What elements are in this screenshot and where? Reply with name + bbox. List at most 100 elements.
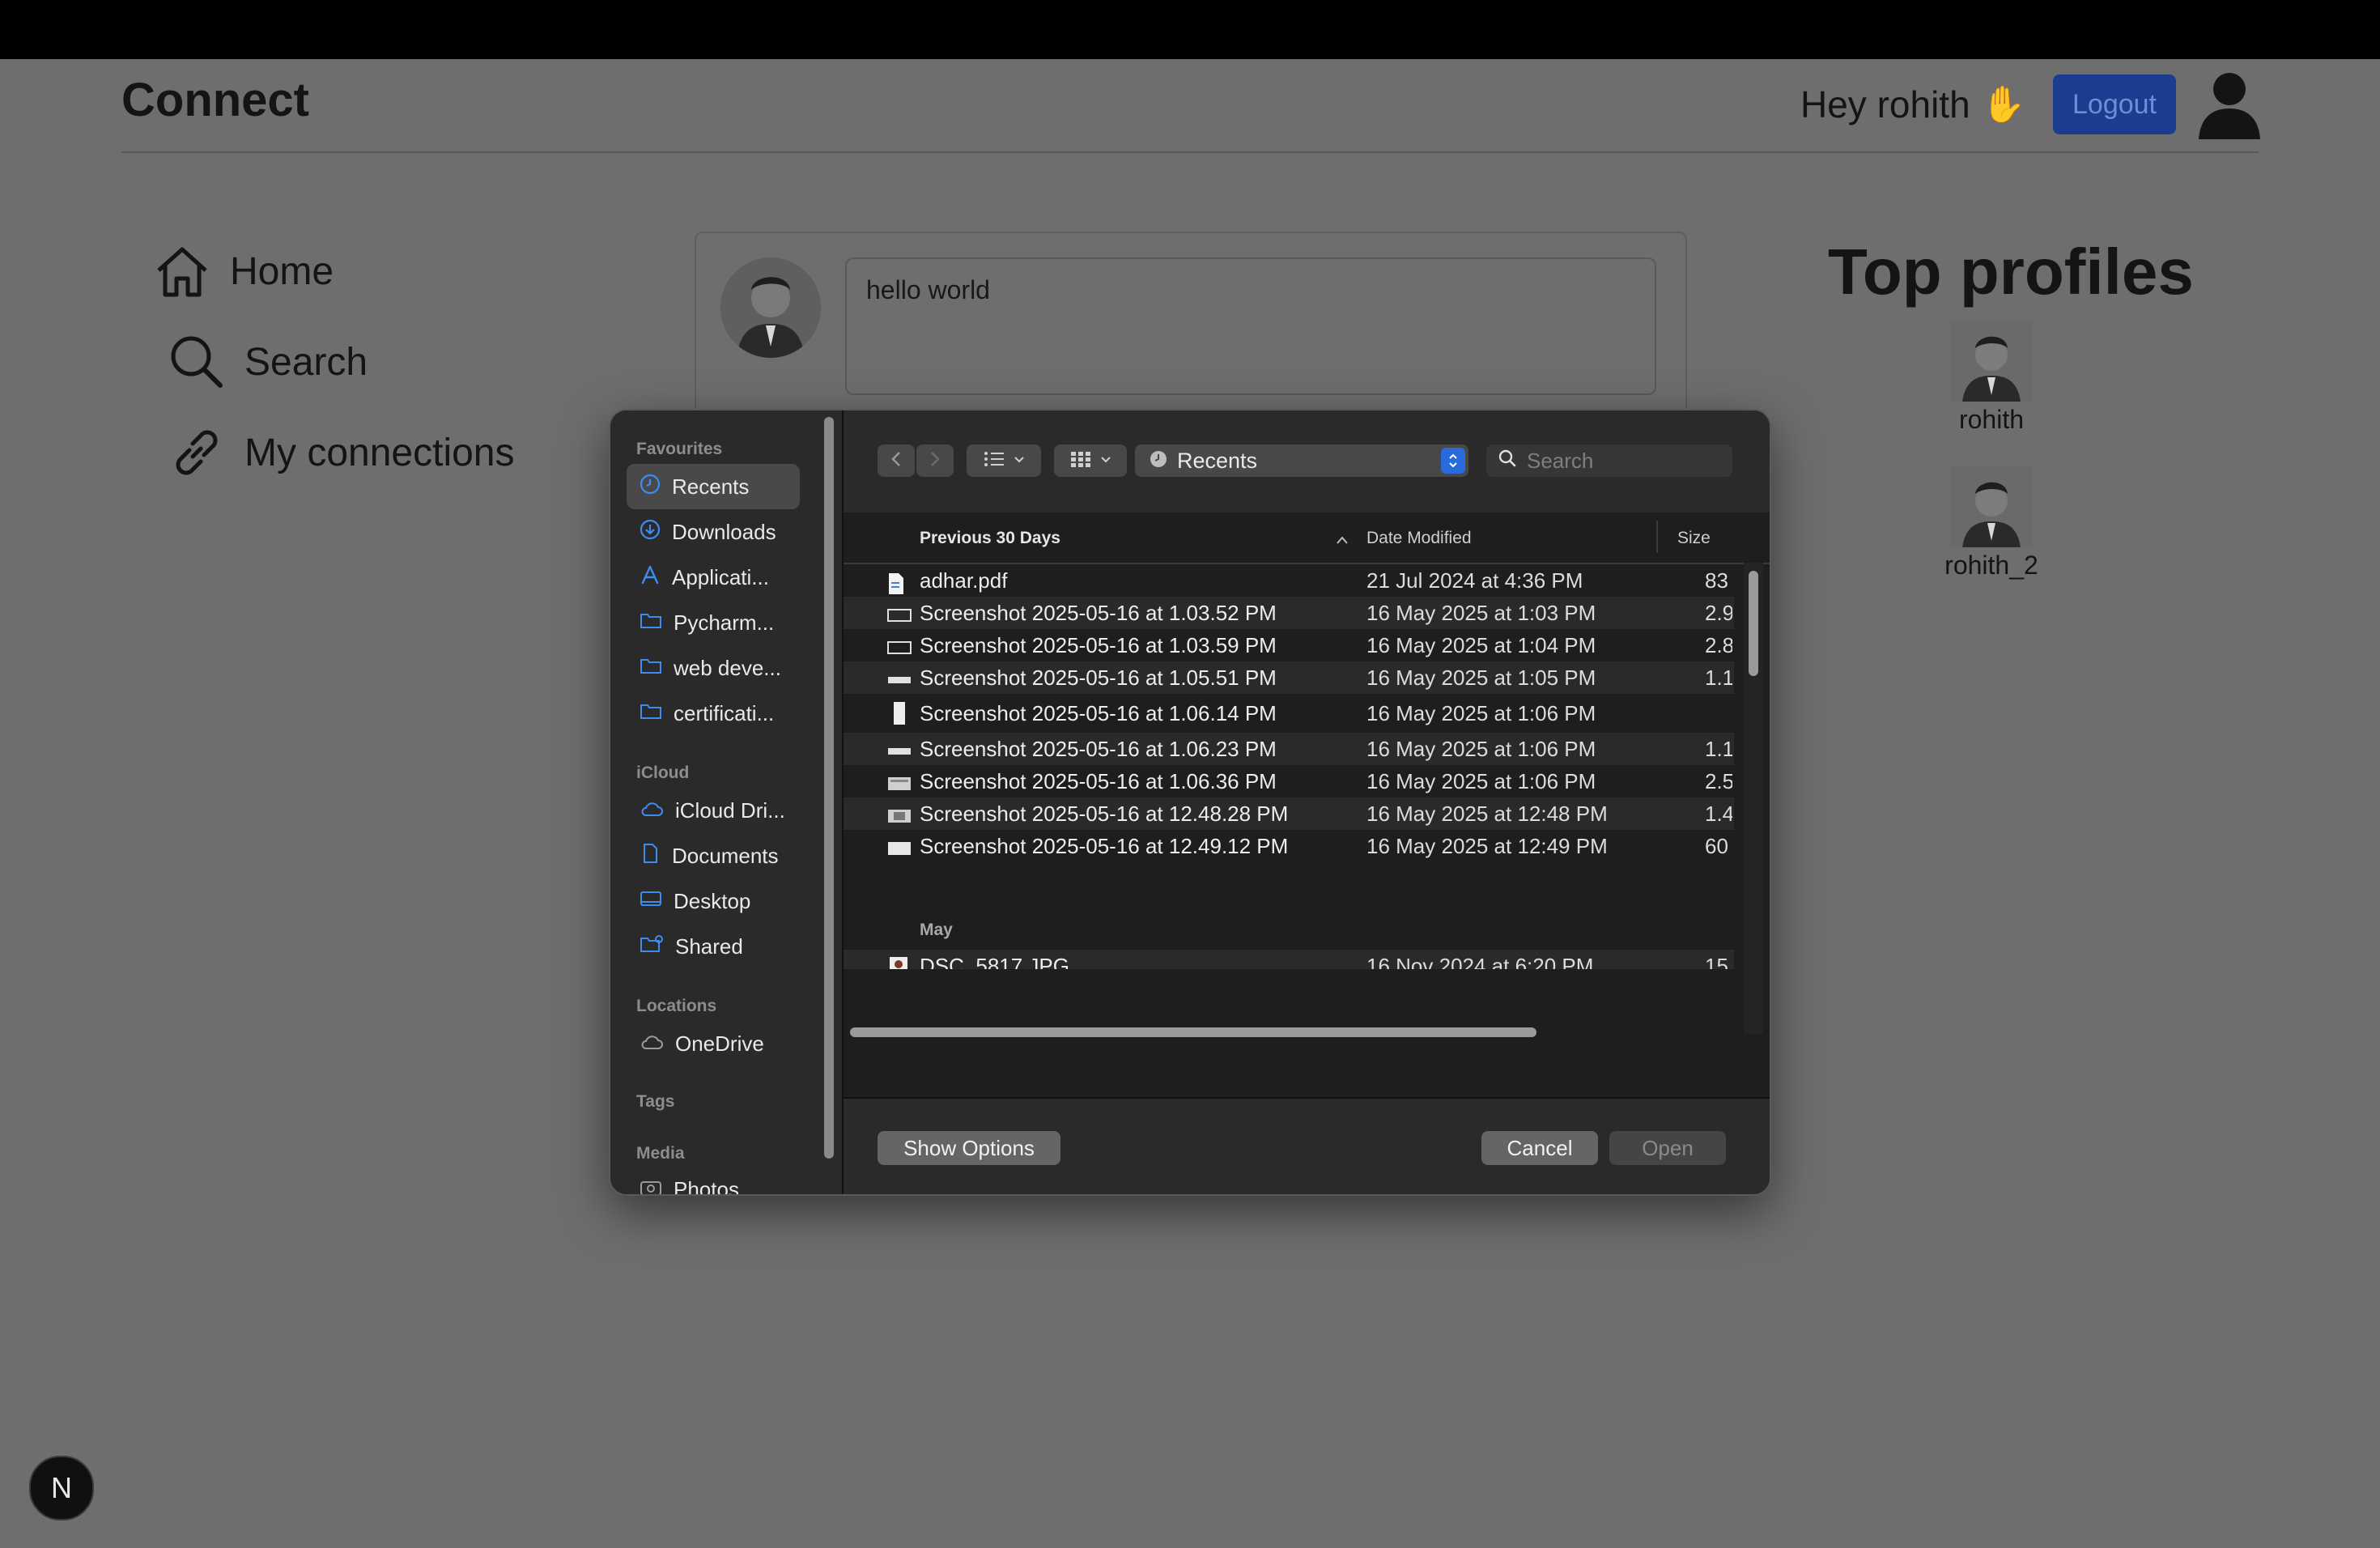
file-name: Screenshot 2025-05-16 at 1.06.14 PM bbox=[920, 700, 1277, 725]
horizontal-scrollbar[interactable] bbox=[844, 1023, 1734, 1042]
sidebar-item-label: OneDrive bbox=[675, 1031, 764, 1056]
file-size: 1.1 bbox=[1705, 736, 1732, 761]
wave-emoji: ✋ bbox=[1981, 85, 2026, 125]
post-textarea[interactable]: hello world bbox=[845, 257, 1656, 395]
profile-card[interactable]: rohith bbox=[1894, 321, 2089, 435]
file-date: 21 Jul 2024 at 4:36 PM bbox=[1366, 568, 1583, 593]
show-options-button[interactable]: Show Options bbox=[878, 1131, 1060, 1165]
image-icon bbox=[887, 773, 912, 798]
file-row[interactable]: Screenshot 2025-05-16 at 1.06.23 PM 16 M… bbox=[844, 733, 1734, 765]
sidebar-item-onedrive[interactable]: OneDrive bbox=[627, 1021, 800, 1066]
profile-card[interactable]: rohith_2 bbox=[1894, 466, 2089, 580]
sidebar-item-photos[interactable]: Photos bbox=[627, 1167, 800, 1194]
scrollbar-thumb[interactable] bbox=[1749, 571, 1758, 676]
file-name: Screenshot 2025-05-16 at 1.06.23 PM bbox=[920, 736, 1277, 761]
nav-home[interactable]: Home bbox=[154, 243, 334, 300]
location-value: Recents bbox=[1177, 448, 1258, 473]
file-name: Screenshot 2025-05-16 at 1.05.51 PM bbox=[920, 665, 1277, 690]
media-section-label: Media bbox=[636, 1144, 685, 1163]
forward-button[interactable] bbox=[916, 444, 954, 477]
favourites-section-label: Favourites bbox=[636, 440, 723, 458]
sidebar-item-desktop[interactable]: Desktop bbox=[627, 878, 800, 924]
image-icon bbox=[887, 670, 912, 695]
column-name[interactable]: Previous 30 Days bbox=[920, 529, 1060, 548]
file-list: adhar.pdf 21 Jul 2024 at 4:36 PM 83 Scre… bbox=[844, 564, 1734, 969]
grid-view-button[interactable] bbox=[1054, 444, 1127, 477]
search-input[interactable]: Search bbox=[1486, 444, 1732, 477]
file-row[interactable]: Screenshot 2025-05-16 at 12.49.12 PM 16 … bbox=[844, 830, 1734, 862]
chevron-right-icon bbox=[929, 450, 941, 472]
image-icon bbox=[887, 702, 912, 730]
sidebar-item-icloud-drive[interactable]: iCloud Dri... bbox=[627, 788, 800, 833]
image-icon bbox=[887, 605, 912, 630]
header-divider bbox=[121, 151, 2259, 153]
file-row[interactable]: Screenshot 2025-05-16 at 1.03.59 PM 16 M… bbox=[844, 629, 1734, 661]
sidebar-item-documents[interactable]: Documents bbox=[627, 833, 800, 878]
sidebar-item-label: Pycharm... bbox=[674, 610, 775, 635]
file-row[interactable]: DSC_5817.JPG 16 Nov 2024 at 6:20 PM 15 bbox=[844, 950, 1734, 969]
file-row[interactable]: Screenshot 2025-05-16 at 1.03.52 PM 16 M… bbox=[844, 597, 1734, 629]
sidebar-item-certifications[interactable]: certificati... bbox=[627, 691, 800, 736]
sidebar-item-downloads[interactable]: Downloads bbox=[627, 509, 800, 555]
greeting: Hey rohith ✋ bbox=[1800, 83, 2025, 126]
file-row[interactable]: adhar.pdf 21 Jul 2024 at 4:36 PM 83 bbox=[844, 564, 1734, 597]
list-icon bbox=[983, 450, 1005, 472]
scrollbar-thumb[interactable] bbox=[850, 1027, 1536, 1037]
nav-search[interactable]: Search bbox=[168, 334, 368, 390]
avatar bbox=[1951, 466, 2032, 547]
group-label-may: May bbox=[920, 921, 953, 939]
dev-tools-badge[interactable]: N bbox=[29, 1456, 94, 1520]
list-view-button[interactable] bbox=[967, 444, 1041, 477]
file-row[interactable]: Screenshot 2025-05-16 at 1.06.36 PM 16 M… bbox=[844, 765, 1734, 797]
cancel-button[interactable]: Cancel bbox=[1481, 1131, 1598, 1165]
sidebar-item-label: Documents bbox=[672, 843, 779, 868]
tags-section-label: Tags bbox=[636, 1092, 675, 1111]
file-row[interactable]: Screenshot 2025-05-16 at 1.05.51 PM 16 M… bbox=[844, 661, 1734, 694]
download-icon bbox=[640, 519, 661, 546]
sidebar-item-label: certificati... bbox=[674, 700, 775, 725]
grid-icon bbox=[1069, 450, 1092, 472]
icloud-section-label: iCloud bbox=[636, 763, 690, 782]
document-icon bbox=[640, 843, 661, 870]
sidebar-item-label: iCloud Dri... bbox=[675, 797, 785, 823]
applications-icon bbox=[640, 564, 661, 591]
file-size: 2.5 bbox=[1705, 768, 1732, 793]
open-button[interactable]: Open bbox=[1609, 1131, 1726, 1165]
brand-logo[interactable]: Connect bbox=[121, 73, 309, 127]
user-icon[interactable] bbox=[2197, 71, 2262, 139]
location-select[interactable]: Recents bbox=[1135, 444, 1468, 477]
sidebar-item-pycharm[interactable]: Pycharm... bbox=[627, 600, 800, 645]
back-button[interactable] bbox=[878, 444, 915, 477]
folder-icon bbox=[640, 610, 662, 636]
sidebar-item-applications[interactable]: Applicati... bbox=[627, 555, 800, 600]
column-size[interactable]: Size bbox=[1677, 529, 1711, 548]
image-icon bbox=[887, 838, 912, 863]
sidebar-item-shared[interactable]: Shared bbox=[627, 924, 800, 969]
logout-button[interactable]: Logout bbox=[2053, 74, 2176, 134]
locations-section-label: Locations bbox=[636, 997, 717, 1015]
sort-ascending-icon[interactable] bbox=[1336, 530, 1349, 550]
file-name: Screenshot 2025-05-16 at 1.06.36 PM bbox=[920, 768, 1277, 793]
link-icon bbox=[168, 424, 225, 481]
dialog-toolbar: Recents Search bbox=[844, 410, 1770, 512]
vertical-scrollbar[interactable] bbox=[1744, 563, 1763, 1034]
file-date: 16 Nov 2024 at 6:20 PM bbox=[1366, 953, 1594, 970]
search-icon bbox=[1498, 449, 1517, 474]
file-row[interactable]: Screenshot 2025-05-16 at 1.06.14 PM 16 M… bbox=[844, 694, 1734, 733]
column-divider bbox=[1656, 521, 1658, 553]
avatar bbox=[1951, 321, 2032, 402]
image-icon bbox=[887, 741, 912, 766]
folder-icon bbox=[640, 701, 662, 726]
sidebar-scrollbar[interactable] bbox=[824, 417, 834, 1159]
sidebar-item-label: Recents bbox=[672, 474, 750, 499]
dialog-footer: Show Options Cancel Open bbox=[844, 1097, 1770, 1194]
sidebar-item-web-dev[interactable]: web deve... bbox=[627, 645, 800, 691]
nav-connections[interactable]: My connections bbox=[168, 424, 515, 481]
sidebar-item-label: Shared bbox=[675, 933, 743, 959]
file-name: Screenshot 2025-05-16 at 12.48.28 PM bbox=[920, 801, 1289, 826]
file-row[interactable]: Screenshot 2025-05-16 at 12.48.28 PM 16 … bbox=[844, 797, 1734, 830]
sidebar-item-recents[interactable]: Recents bbox=[627, 464, 800, 509]
nav-connections-label: My connections bbox=[244, 431, 515, 474]
search-icon bbox=[168, 334, 225, 390]
column-date-modified[interactable]: Date Modified bbox=[1366, 529, 1472, 548]
